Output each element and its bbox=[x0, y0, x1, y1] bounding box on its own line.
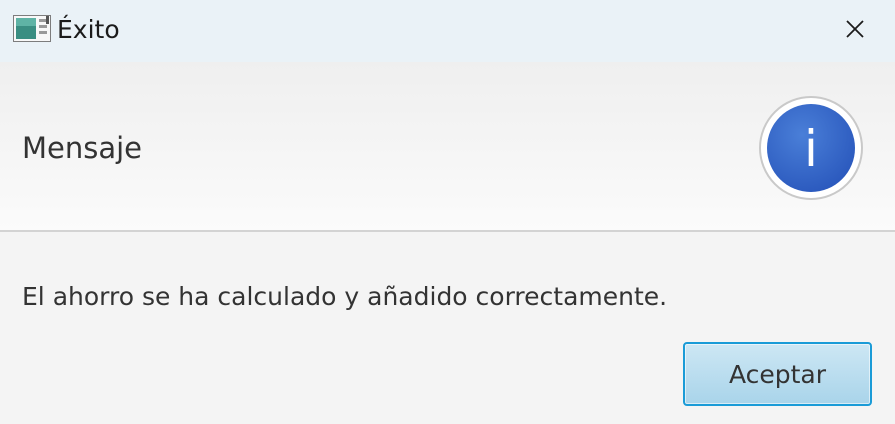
window-title: Éxito bbox=[57, 15, 120, 44]
close-button[interactable] bbox=[822, 6, 888, 52]
dialog-content: El ahorro se ha calculado y añadido corr… bbox=[0, 232, 895, 424]
dialog-window: Éxito Mensaje i El ahorro se ha calculad… bbox=[0, 0, 895, 424]
app-window-icon bbox=[13, 15, 51, 42]
dialog-header: Mensaje i bbox=[0, 62, 895, 230]
information-glyph: i bbox=[804, 120, 818, 178]
header-text: Mensaje bbox=[22, 131, 143, 165]
accept-button[interactable]: Aceptar bbox=[683, 342, 872, 406]
title-bar[interactable]: Éxito bbox=[0, 0, 895, 62]
information-icon: i bbox=[759, 96, 863, 200]
message-text: El ahorro se ha calculado y añadido corr… bbox=[22, 282, 668, 311]
close-icon bbox=[846, 20, 864, 38]
